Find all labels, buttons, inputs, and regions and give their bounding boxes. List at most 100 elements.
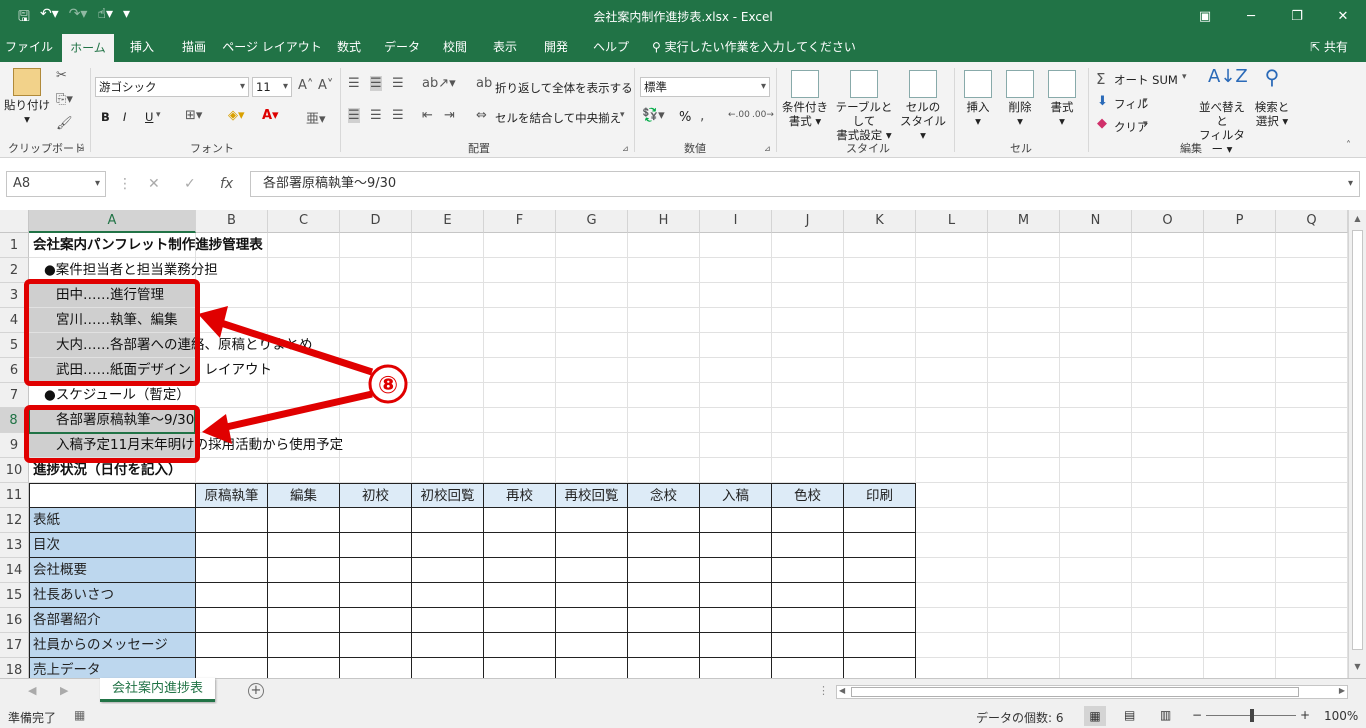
percent-button[interactable]: %: [679, 110, 691, 125]
table-cell[interactable]: [268, 508, 340, 533]
normal-view-icon[interactable]: ▦: [1084, 706, 1106, 726]
zoom-in-icon[interactable]: +: [1300, 708, 1310, 722]
zoom-out-icon[interactable]: −: [1192, 708, 1202, 722]
scroll-down-icon[interactable]: ▼: [1349, 662, 1366, 671]
table-header-cell[interactable]: 再校: [484, 483, 556, 508]
table-cell[interactable]: [700, 508, 772, 533]
tab-insert[interactable]: 挿入: [118, 32, 166, 62]
merge-center-icon[interactable]: ⇔: [476, 108, 487, 123]
table-header-cell[interactable]: 初校回覧: [412, 483, 484, 508]
table-cell[interactable]: [412, 533, 484, 558]
cancel-icon[interactable]: ✕: [148, 171, 160, 197]
table-cell[interactable]: [484, 658, 556, 678]
table-cell[interactable]: [556, 658, 628, 678]
format-painter-icon[interactable]: 🖌: [56, 116, 73, 131]
font-color-icon[interactable]: A▾: [262, 108, 279, 123]
table-cell[interactable]: [412, 658, 484, 678]
phonetic-icon[interactable]: 亜▾: [306, 108, 326, 127]
table-cell[interactable]: [700, 533, 772, 558]
table-cell[interactable]: [196, 533, 268, 558]
dialog-launcher-icon[interactable]: ⊿: [764, 144, 771, 153]
row-header-12[interactable]: 12: [0, 508, 29, 533]
row-header-18[interactable]: 18: [0, 658, 29, 678]
table-cell[interactable]: [700, 608, 772, 633]
table-cell[interactable]: [340, 533, 412, 558]
table-cell[interactable]: [484, 583, 556, 608]
bold-button[interactable]: B: [101, 110, 110, 124]
table-cell[interactable]: [340, 583, 412, 608]
orientation-icon[interactable]: ab↗▾: [422, 76, 456, 91]
close-button[interactable]: ✕: [1320, 0, 1366, 32]
table-cell[interactable]: [340, 608, 412, 633]
tab-review[interactable]: 校閲: [432, 32, 478, 62]
table-cell[interactable]: [340, 558, 412, 583]
table-cell[interactable]: [556, 508, 628, 533]
column-header-j[interactable]: J: [772, 210, 844, 233]
wrap-text-button[interactable]: 折り返して全体を表示する: [495, 80, 633, 96]
table-cell[interactable]: [340, 633, 412, 658]
table-cell[interactable]: [700, 558, 772, 583]
table-cell[interactable]: [700, 633, 772, 658]
table-header-cell[interactable]: 色校: [772, 483, 844, 508]
table-cell[interactable]: [772, 583, 844, 608]
column-header-k[interactable]: K: [844, 210, 916, 233]
zoom-level[interactable]: 100%: [1324, 709, 1358, 723]
comma-icon[interactable]: ,: [700, 108, 704, 124]
tab-home[interactable]: ホーム: [62, 34, 114, 62]
splitter-icon[interactable]: ⋮: [818, 684, 829, 697]
share-button[interactable]: ⇱ 共有: [1310, 32, 1348, 62]
table-row-label[interactable]: 表紙: [29, 508, 196, 533]
table-header-cell[interactable]: 念校: [628, 483, 700, 508]
align-bottom-icon[interactable]: ☰: [392, 76, 404, 91]
table-cell[interactable]: [628, 608, 700, 633]
table-row-label[interactable]: 会社概要: [29, 558, 196, 583]
table-cell[interactable]: [268, 608, 340, 633]
column-header-e[interactable]: E: [412, 210, 484, 233]
tab-file[interactable]: ファイル: [0, 32, 58, 62]
table-cell[interactable]: [628, 658, 700, 678]
table-cell[interactable]: [268, 658, 340, 678]
table-cell[interactable]: [844, 608, 916, 633]
table-header-cell[interactable]: 印刷: [844, 483, 916, 508]
column-header-i[interactable]: I: [700, 210, 772, 233]
fill-color-icon[interactable]: ◈▾: [228, 108, 245, 123]
table-cell[interactable]: [196, 633, 268, 658]
table-cell[interactable]: [196, 583, 268, 608]
tab-developer[interactable]: 開発: [532, 32, 580, 62]
table-cell[interactable]: [772, 508, 844, 533]
table-cell[interactable]: [556, 608, 628, 633]
table-row-label[interactable]: 各部署紹介: [29, 608, 196, 633]
wrap-text-icon[interactable]: ab: [476, 76, 492, 91]
macro-record-icon[interactable]: ▦: [74, 708, 85, 722]
font-family-select[interactable]: 游ゴシック: [95, 77, 249, 97]
table-cell[interactable]: [268, 583, 340, 608]
column-header-p[interactable]: P: [1204, 210, 1276, 233]
tell-me-box[interactable]: ⚲ 実行したい作業を入力してください: [652, 32, 856, 62]
scroll-up-icon[interactable]: ▲: [1349, 214, 1366, 223]
copy-icon[interactable]: ⎘▾: [56, 92, 73, 107]
table-cell[interactable]: [628, 558, 700, 583]
column-header-o[interactable]: O: [1132, 210, 1204, 233]
prev-sheet-icon[interactable]: ◀: [28, 684, 36, 697]
table-cell[interactable]: [556, 558, 628, 583]
add-sheet-icon[interactable]: +: [248, 683, 264, 699]
row-header-17[interactable]: 17: [0, 633, 29, 658]
formula-input[interactable]: 各部署原稿執筆～9/30: [250, 171, 1360, 197]
table-cell[interactable]: [340, 658, 412, 678]
table-cell[interactable]: [844, 558, 916, 583]
table-cell[interactable]: [844, 633, 916, 658]
table-cell[interactable]: [484, 508, 556, 533]
column-header-h[interactable]: H: [628, 210, 700, 233]
tab-data[interactable]: データ: [376, 32, 428, 62]
align-top-icon[interactable]: ☰: [348, 76, 360, 91]
table-cell[interactable]: [628, 583, 700, 608]
column-header-q[interactable]: Q: [1276, 210, 1348, 233]
table-cell[interactable]: [268, 633, 340, 658]
table-cell[interactable]: [484, 533, 556, 558]
table-cell[interactable]: [700, 658, 772, 678]
collapse-ribbon-icon[interactable]: ˄: [1346, 140, 1351, 151]
format-cells-button[interactable]: 書式 ▾: [1042, 70, 1082, 128]
tab-help[interactable]: ヘルプ: [584, 32, 638, 62]
fill-icon[interactable]: ⬇: [1097, 94, 1108, 109]
table-cell[interactable]: [484, 633, 556, 658]
